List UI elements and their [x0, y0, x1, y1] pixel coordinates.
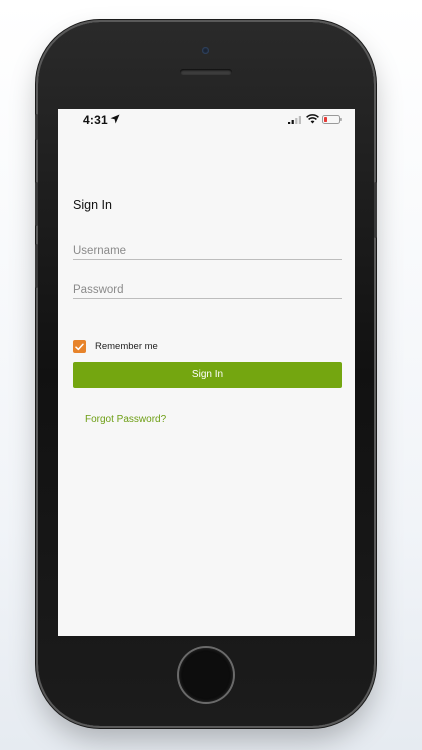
volume-up-button	[35, 182, 38, 226]
remember-me-row[interactable]: Remember me	[73, 340, 158, 353]
page-title: Sign In	[73, 198, 112, 212]
battery-low-icon	[322, 115, 342, 124]
cellular-signal-icon	[288, 116, 301, 124]
home-button	[179, 648, 233, 702]
status-bar: 4:31	[58, 109, 355, 131]
phone-screen: 4:31 Sign In Username Remember me Sign I…	[58, 109, 355, 636]
volume-down-button	[35, 244, 38, 288]
username-field[interactable]	[73, 243, 342, 260]
wifi-icon	[306, 114, 319, 124]
status-time: 4:31	[83, 113, 108, 127]
forgot-password-link[interactable]: Forgot Password?	[85, 414, 166, 425]
phone-frame: 4:31 Sign In Username Remember me Sign I…	[35, 22, 377, 726]
sign-in-button[interactable]: Sign In	[73, 362, 342, 388]
earpiece-speaker	[180, 69, 232, 75]
remember-me-label: Remember me	[95, 341, 158, 352]
checkmark-icon	[75, 343, 84, 350]
remember-me-checkbox[interactable]	[73, 340, 86, 353]
location-arrow-icon	[110, 114, 120, 124]
mute-switch	[35, 114, 38, 140]
power-button	[374, 182, 377, 238]
front-camera	[202, 47, 209, 54]
password-field[interactable]	[73, 282, 342, 299]
